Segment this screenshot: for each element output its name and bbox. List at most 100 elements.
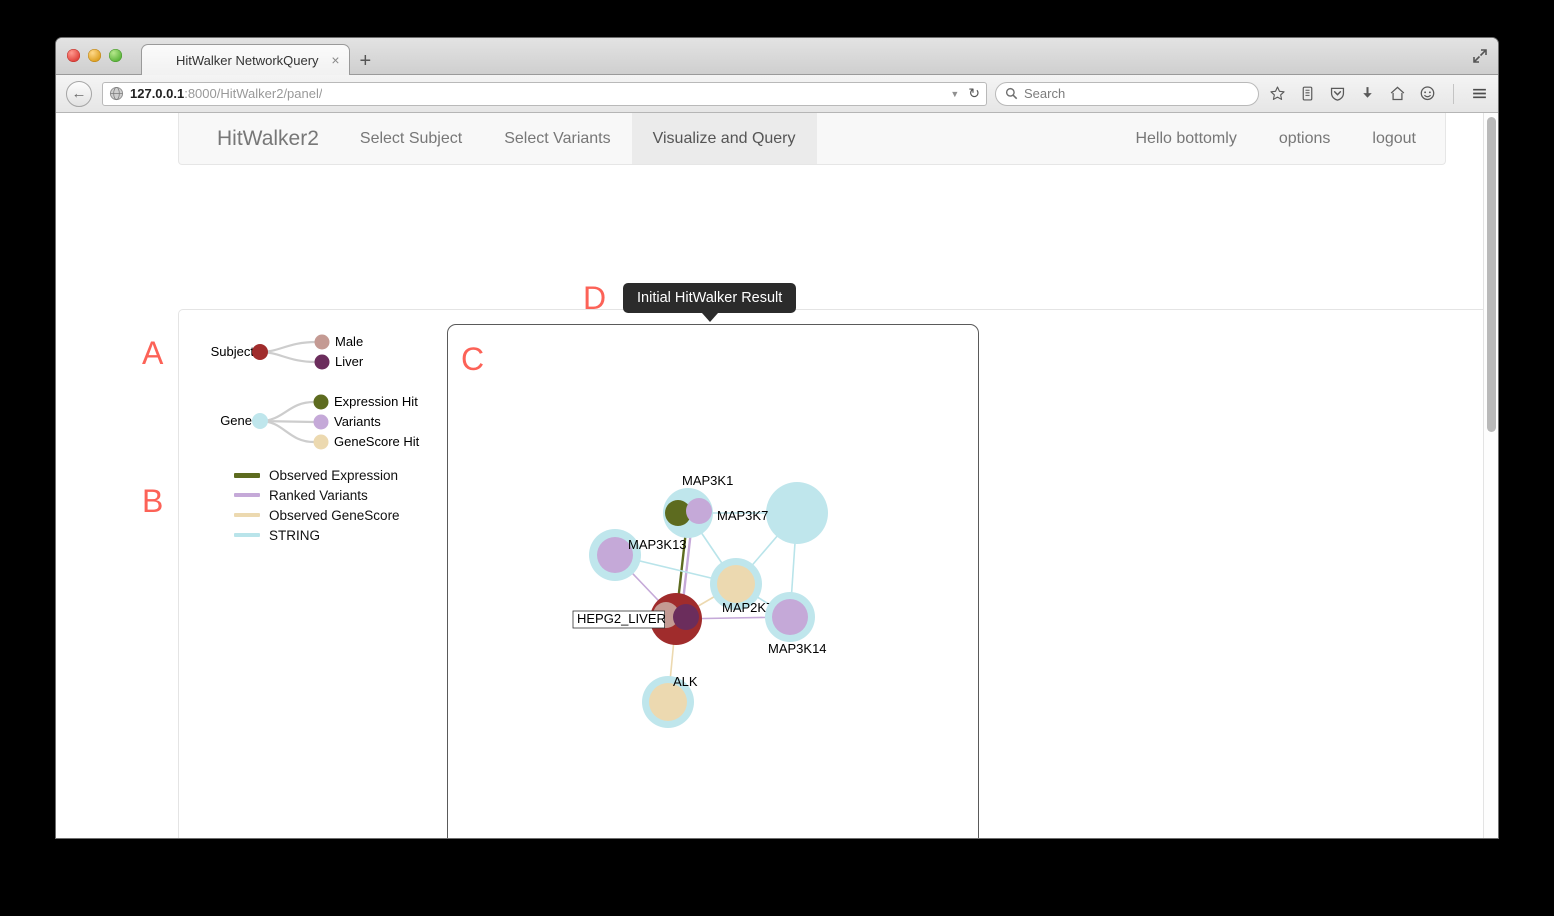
window-close-button[interactable] [67, 49, 80, 62]
bookmark-star-icon[interactable] [1269, 85, 1286, 102]
url-host: 127.0.0.1 [130, 86, 185, 101]
fullscreen-expand-icon[interactable] [1470, 46, 1490, 66]
legend-edge-swatch [234, 533, 260, 537]
app-brand[interactable]: HitWalker2 [179, 113, 339, 164]
graph-tooltip-text: Initial HitWalker Result [637, 290, 783, 306]
graph-node-label: MAP3K1 [682, 473, 733, 488]
home-icon[interactable] [1389, 85, 1406, 102]
toolbar-divider [1453, 83, 1454, 104]
legend-node-male-dot [314, 334, 330, 350]
legend-root-subject-label: Subject [211, 344, 255, 359]
nav-item-select-subject[interactable]: Select Subject [339, 113, 483, 164]
search-bar[interactable]: Search [995, 81, 1259, 106]
graph-node-segment [772, 599, 808, 635]
graph-node-map2k7[interactable]: MAP2K7 [710, 558, 773, 615]
node-type-legend: Subject Male Liver Gene Expression Hit V… [211, 334, 420, 450]
graph-tooltip: Initial HitWalker Result [623, 283, 797, 322]
nav-user-greeting: Hello bottomly [1135, 129, 1237, 147]
app-navbar-right: Hello bottomly options logout [1114, 113, 1445, 164]
graph-node-map3k1[interactable]: MAP3K1 [663, 473, 733, 538]
graph-node-label: ALK [673, 674, 698, 689]
browser-titlebar: HitWalker NetworkQuery × + [56, 38, 1498, 75]
downloads-arrow-icon[interactable] [1359, 85, 1376, 102]
sync-chat-icon[interactable] [1419, 85, 1436, 102]
reading-list-icon[interactable] [1299, 85, 1316, 102]
legend-edge-label: Observed Expression [269, 467, 399, 483]
back-button[interactable]: ← [66, 80, 92, 107]
edge-type-legend: Observed Expression Ranked Variants Obse… [234, 465, 400, 545]
tab-strip: HitWalker NetworkQuery × + [141, 44, 371, 75]
graph-panel[interactable]: HEPG2_LIVER MAP3K1 MAP3K7 MAP3K13 MAP2K7 MAP3… [447, 324, 979, 838]
browser-toolbar-icons [1269, 83, 1488, 104]
nav-item-visualize-and-query[interactable]: Visualize and Query [631, 113, 817, 164]
browser-tab[interactable]: HitWalker NetworkQuery × [141, 44, 350, 75]
graph-node-label: HEPG2_LIVER [577, 611, 666, 626]
graph-node-label: MAP3K14 [768, 641, 827, 656]
tooltip-arrow-icon [701, 313, 718, 322]
legend-node-genescore-hit-label: GeneScore Hit [334, 434, 420, 449]
legend-edge-swatch [234, 493, 260, 497]
legend-root-gene-dot [252, 413, 268, 429]
legend-node-male-label: Male [335, 334, 363, 349]
address-bar-url: 127.0.0.1:8000/HitWalker2/panel/ [130, 86, 322, 101]
tab-close-icon[interactable]: × [331, 53, 339, 67]
annotation-letter-c: C [461, 341, 485, 377]
legend-edge-label: STRING [269, 527, 321, 543]
address-bar[interactable]: 127.0.0.1:8000/HitWalker2/panel/ ▼ ↻ [102, 81, 987, 106]
browser-window: HitWalker NetworkQuery × + ← 127.0.0.1:8… [56, 38, 1498, 838]
window-controls [67, 49, 122, 62]
window-maximize-button[interactable] [109, 49, 122, 62]
new-tab-icon[interactable]: + [360, 51, 372, 71]
legend-edge-label: Ranked Variants [269, 487, 368, 503]
content-card: Subject Male Liver Gene Expression Hit V… [178, 309, 1498, 838]
legend-node-variants-dot [313, 414, 329, 430]
annotation-letter-b: B [142, 483, 164, 519]
legend-root-gene-label: Gene [220, 413, 252, 428]
graph-node-label: MAP3K13 [628, 537, 687, 552]
globe-icon [109, 86, 124, 101]
window-minimize-button[interactable] [88, 49, 101, 62]
chevron-down-icon[interactable]: ▼ [950, 89, 959, 99]
annotation-letter-a: A [142, 335, 164, 371]
legend-edge-observed-expression: Observed Expression [234, 465, 400, 485]
graph-node-map3k7[interactable]: MAP3K7 [717, 482, 828, 544]
graph-node-map3k14[interactable]: MAP3K14 [765, 592, 827, 656]
annotation-letter-d: D [583, 280, 607, 316]
graph-node-label: MAP3K7 [717, 508, 768, 523]
legend-node-genescore-hit-dot [313, 434, 329, 450]
address-bar-controls: ▼ ↻ [942, 85, 980, 102]
graph-node-alk[interactable]: ALK [642, 674, 698, 728]
graph-node-layer: HEPG2_LIVER MAP3K1 MAP3K7 MAP3K13 MAP2K7 MAP3… [572, 473, 828, 728]
graph-node-segment [686, 498, 712, 524]
network-graph[interactable]: HEPG2_LIVER MAP3K1 MAP3K7 MAP3K13 MAP2K7 MAP3… [448, 325, 979, 838]
nav-item-logout[interactable]: logout [1351, 113, 1437, 164]
hamburger-menu-icon[interactable] [1471, 85, 1488, 102]
pocket-shield-icon[interactable] [1329, 85, 1346, 102]
legend-node-variants-label: Variants [334, 414, 381, 429]
legend-edge-ranked-variants: Ranked Variants [234, 485, 400, 505]
graph-node-body [766, 482, 828, 544]
search-input[interactable]: Search [1024, 86, 1065, 101]
legend-node-expression-hit-dot [313, 394, 329, 410]
legend-edge-swatch [234, 472, 260, 478]
graph-node-segment [717, 565, 755, 603]
url-path: :8000/HitWalker2/panel/ [184, 86, 323, 101]
search-icon [1005, 87, 1018, 100]
legend-root-subject-dot [252, 344, 268, 360]
nav-item-select-variants[interactable]: Select Variants [483, 113, 631, 164]
reload-icon[interactable]: ↻ [968, 85, 980, 102]
browser-navbar: ← 127.0.0.1:8000/HitWalker2/panel/ ▼ ↻ S… [56, 75, 1498, 113]
legend-edge-string: STRING [234, 525, 400, 545]
graph-node-segment [673, 604, 699, 630]
legend-edge-label: Observed GeneScore [269, 507, 400, 523]
graph-node-hepg2_liver[interactable]: HEPG2_LIVER [572, 593, 702, 645]
app-navbar: HitWalker2 Select Subject Select Variant… [178, 113, 1446, 165]
graph-node-map3k13[interactable]: MAP3K13 [589, 529, 687, 581]
legend-node-liver-dot [314, 354, 330, 370]
browser-tab-title: HitWalker NetworkQuery [176, 52, 319, 68]
nav-item-options[interactable]: options [1258, 113, 1352, 164]
legend-edge-swatch [234, 513, 260, 517]
page-scrollbar[interactable] [1483, 113, 1498, 838]
page-viewport: HitWalker2 Select Subject Select Variant… [56, 113, 1498, 838]
page-scrollbar-thumb[interactable] [1487, 117, 1496, 432]
